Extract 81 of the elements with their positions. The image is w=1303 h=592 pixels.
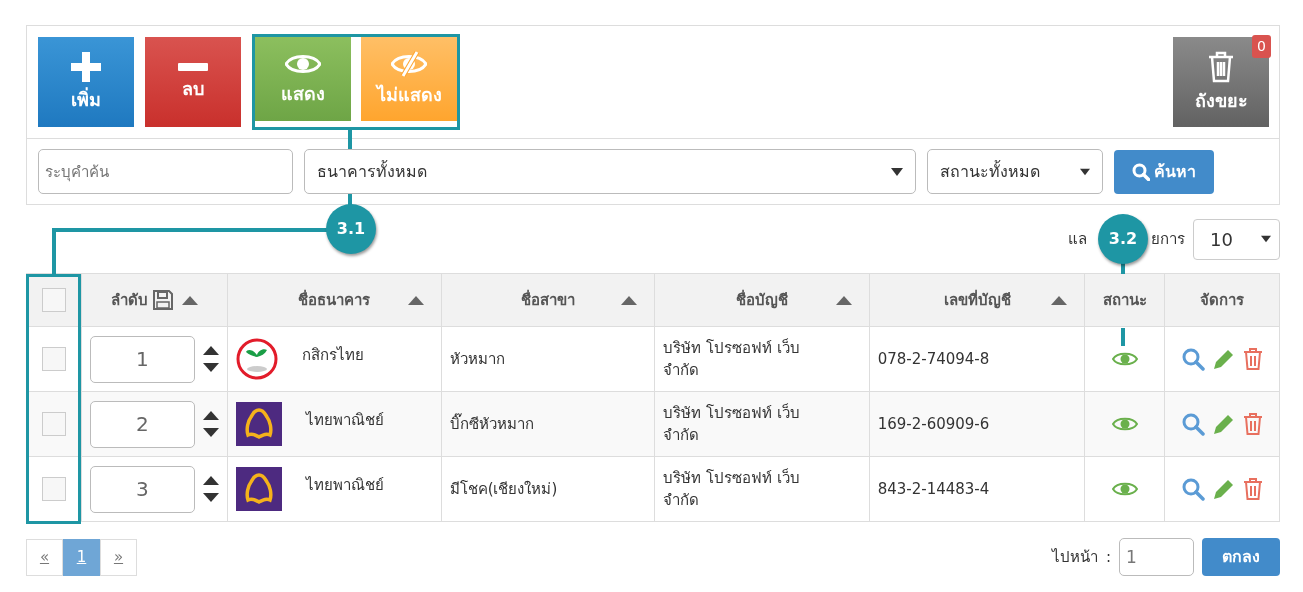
show-button[interactable]: แสดง — [255, 37, 351, 121]
column-header: ลำดับ — [110, 289, 148, 311]
sort-icon[interactable] — [407, 295, 424, 305]
count-badge: 0 — [1252, 35, 1271, 58]
minus-icon — [178, 62, 208, 71]
account-number: 843-2-14483-4 — [877, 479, 990, 498]
bank-name: ไทยพาณิชย์ — [305, 409, 384, 431]
bank-name: กสิกรไทย — [301, 344, 364, 366]
eye-icon[interactable] — [1111, 481, 1138, 498]
page-link[interactable]: 1 — [63, 538, 100, 576]
page-field[interactable]: 1 — [1119, 538, 1194, 576]
account-name: บริษัท โปรซอฟท์ เว็บ จำกัด — [663, 337, 801, 381]
down-arrow-icon[interactable] — [202, 493, 219, 502]
column-header: เลขที่บัญชี — [943, 288, 1011, 311]
bank-dropdown[interactable]: ธนาคารทั้งหมด — [304, 149, 916, 194]
status-dropdown[interactable]: สถานะทั้งหมด — [927, 149, 1103, 194]
plus-icon — [71, 51, 101, 82]
search-icon[interactable] — [1181, 412, 1206, 436]
search-icon — [1132, 162, 1150, 181]
column-header: สถานะ — [1102, 289, 1147, 311]
go-button[interactable]: ตกลง — [1202, 538, 1280, 576]
row-checkbox[interactable] — [41, 412, 66, 436]
pencil-icon[interactable] — [1213, 478, 1236, 500]
column-header: ชื่อสาขา — [520, 288, 575, 311]
sort-icon[interactable] — [1051, 295, 1068, 305]
row-checkbox[interactable] — [41, 477, 66, 501]
bell-logo — [235, 402, 282, 446]
order-field[interactable]: 1 — [89, 335, 195, 383]
sort-icon[interactable] — [835, 295, 852, 305]
page-size-label: ยการ — [1151, 228, 1185, 250]
up-arrow-icon[interactable] — [202, 476, 219, 485]
order-field[interactable]: 2 — [89, 400, 195, 448]
page-size-dropdown[interactable]: 10 — [1193, 218, 1280, 260]
page-link[interactable]: « — [26, 538, 63, 576]
down-arrow-icon[interactable] — [202, 363, 219, 372]
eye-icon[interactable] — [1111, 351, 1138, 368]
column-header: ชื่อธนาคาร — [298, 288, 371, 311]
branch-name: มีโชค(เชียงใหม่) — [449, 479, 558, 498]
separator-text: : — [1105, 546, 1111, 568]
up-arrow-icon[interactable] — [202, 411, 219, 420]
branch-name: บิ๊กซีหัวหมาก — [449, 414, 534, 433]
sort-icon[interactable] — [621, 295, 638, 305]
add-button[interactable]: เพิ่ม — [38, 37, 134, 127]
page-size-label: แล — [1068, 228, 1087, 250]
up-arrow-icon[interactable] — [202, 346, 219, 355]
callout-marker: 3.2 — [1098, 214, 1148, 264]
trash-icon[interactable] — [1243, 347, 1264, 371]
eye-icon[interactable] — [1111, 416, 1138, 433]
pencil-icon[interactable] — [1213, 348, 1236, 370]
save-icon[interactable] — [151, 289, 174, 311]
eye-slash-icon — [391, 50, 427, 77]
account-name: บริษัท โปรซอฟท์ เว็บ จำกัด — [663, 467, 801, 511]
column-header: จัดการ — [1200, 289, 1245, 311]
account-name: บริษัท โปรซอฟท์ เว็บ จำกัด — [663, 402, 801, 446]
order-field[interactable]: 3 — [89, 465, 195, 513]
bank-name: ไทยพาณิชย์ — [305, 474, 384, 496]
page-link[interactable]: » — [100, 538, 137, 576]
bell-logo — [235, 467, 282, 511]
callout-marker: 3.1 — [326, 204, 376, 254]
sort-icon[interactable] — [181, 295, 198, 305]
pencil-icon[interactable] — [1213, 413, 1236, 435]
caret-icon — [1261, 235, 1271, 243]
caret-icon — [1080, 167, 1090, 176]
account-number: 169-2-60909-6 — [877, 414, 990, 433]
trash-icon — [1207, 50, 1235, 83]
select-all-checkbox[interactable] — [41, 288, 66, 312]
search-button[interactable]: ค้นหา — [1114, 149, 1214, 194]
trash-icon[interactable] — [1243, 477, 1264, 501]
branch-name: หัวหมาก — [449, 349, 505, 368]
search-icon[interactable] — [1181, 477, 1206, 501]
account-number: 078-2-74094-8 — [877, 349, 990, 368]
search-icon[interactable] — [1181, 347, 1206, 371]
caret-icon — [891, 167, 903, 176]
goto-label: ไปหน้า — [1051, 546, 1098, 568]
remove-button[interactable]: ลบ — [145, 37, 241, 127]
row-checkbox[interactable] — [41, 347, 66, 371]
leaf-logo — [235, 338, 278, 380]
trash-icon[interactable] — [1243, 412, 1264, 436]
down-arrow-icon[interactable] — [202, 428, 219, 437]
search-field[interactable]: ระบุคำค้น — [38, 149, 293, 194]
column-header: ชื่อบัญชี — [735, 288, 788, 311]
